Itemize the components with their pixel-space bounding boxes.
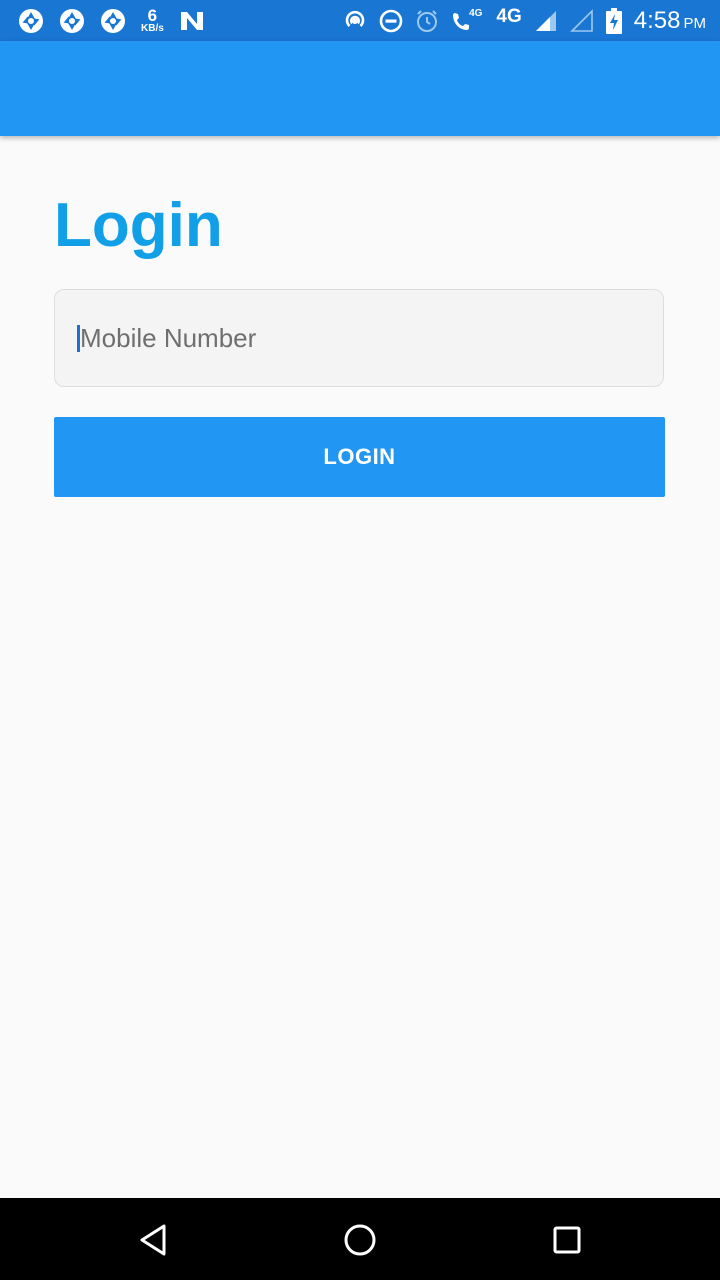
shutter-icon xyxy=(59,8,85,34)
status-bar-notifications: 6 KB/s xyxy=(18,0,205,41)
app-bar xyxy=(0,41,720,136)
shutter-icon xyxy=(18,8,44,34)
do-not-disturb-icon xyxy=(379,9,403,33)
signal-icon xyxy=(534,9,558,33)
clock-ampm: PM xyxy=(683,14,707,32)
n-icon xyxy=(179,10,205,32)
navigation-bar xyxy=(0,1198,720,1280)
speed-value: 6 xyxy=(147,6,158,25)
clock: 4:58 PM xyxy=(634,7,706,35)
battery-charging-icon xyxy=(605,7,622,34)
network-type: 4G xyxy=(496,5,522,27)
signal-empty-icon xyxy=(569,8,594,33)
home-icon[interactable] xyxy=(338,1218,382,1262)
network-speed: 6 KB/s xyxy=(141,7,164,34)
back-icon[interactable] xyxy=(132,1218,176,1262)
alarm-icon xyxy=(415,9,439,33)
volte-call-icon: 4G xyxy=(451,8,484,32)
status-bar: 6 KB/s 4G 4G 4:58 PM xyxy=(0,0,720,41)
clock-time: 4:58 xyxy=(633,6,681,34)
recents-icon[interactable] xyxy=(545,1218,589,1262)
shutter-icon xyxy=(100,8,126,34)
page-title: Login xyxy=(54,191,223,260)
login-button[interactable]: LOGIN xyxy=(54,417,665,497)
mobile-number-field[interactable] xyxy=(54,289,664,387)
speed-unit: KB/s xyxy=(141,23,164,34)
status-bar-system: 4G 4G 4:58 PM xyxy=(343,0,706,41)
volte-label: 4G xyxy=(469,8,483,19)
hotspot-icon xyxy=(343,9,367,33)
mobile-number-input[interactable] xyxy=(80,322,640,354)
